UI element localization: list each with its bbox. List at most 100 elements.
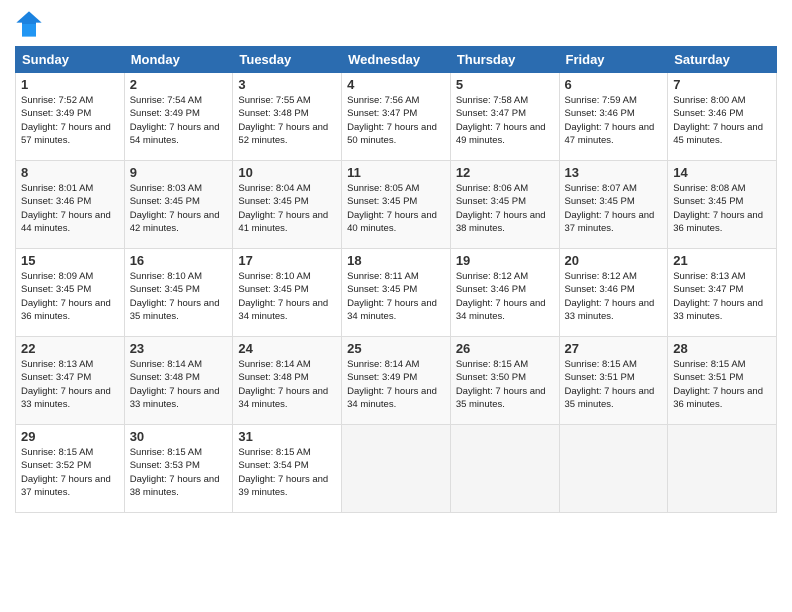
day-number: 9: [130, 165, 228, 180]
day-number: 8: [21, 165, 119, 180]
calendar-cell: 2 Sunrise: 7:54 AM Sunset: 3:49 PM Dayli…: [124, 73, 233, 161]
calendar-cell: 19 Sunrise: 8:12 AM Sunset: 3:46 PM Dayl…: [450, 249, 559, 337]
calendar-week-2: 8 Sunrise: 8:01 AM Sunset: 3:46 PM Dayli…: [16, 161, 777, 249]
calendar-cell: 30 Sunrise: 8:15 AM Sunset: 3:53 PM Dayl…: [124, 425, 233, 513]
weekday-header-sunday: Sunday: [16, 47, 125, 73]
calendar-cell: 6 Sunrise: 7:59 AM Sunset: 3:46 PM Dayli…: [559, 73, 668, 161]
calendar-cell: 23 Sunrise: 8:14 AM Sunset: 3:48 PM Dayl…: [124, 337, 233, 425]
day-info: Sunrise: 8:08 AM Sunset: 3:45 PM Dayligh…: [673, 182, 771, 235]
calendar-cell: 31 Sunrise: 8:15 AM Sunset: 3:54 PM Dayl…: [233, 425, 342, 513]
day-number: 13: [565, 165, 663, 180]
day-number: 28: [673, 341, 771, 356]
weekday-header-monday: Monday: [124, 47, 233, 73]
calendar-cell: 12 Sunrise: 8:06 AM Sunset: 3:45 PM Dayl…: [450, 161, 559, 249]
calendar-cell: 1 Sunrise: 7:52 AM Sunset: 3:49 PM Dayli…: [16, 73, 125, 161]
day-number: 3: [238, 77, 336, 92]
calendar-cell: 15 Sunrise: 8:09 AM Sunset: 3:45 PM Dayl…: [16, 249, 125, 337]
day-number: 29: [21, 429, 119, 444]
day-info: Sunrise: 8:05 AM Sunset: 3:45 PM Dayligh…: [347, 182, 445, 235]
day-info: Sunrise: 8:14 AM Sunset: 3:48 PM Dayligh…: [130, 358, 228, 411]
day-number: 10: [238, 165, 336, 180]
logo-icon: [15, 10, 43, 38]
calendar-cell: 29 Sunrise: 8:15 AM Sunset: 3:52 PM Dayl…: [16, 425, 125, 513]
day-number: 27: [565, 341, 663, 356]
calendar-week-4: 22 Sunrise: 8:13 AM Sunset: 3:47 PM Dayl…: [16, 337, 777, 425]
day-info: Sunrise: 7:58 AM Sunset: 3:47 PM Dayligh…: [456, 94, 554, 147]
day-info: Sunrise: 8:15 AM Sunset: 3:51 PM Dayligh…: [565, 358, 663, 411]
day-number: 25: [347, 341, 445, 356]
day-info: Sunrise: 8:00 AM Sunset: 3:46 PM Dayligh…: [673, 94, 771, 147]
calendar-cell: 18 Sunrise: 8:11 AM Sunset: 3:45 PM Dayl…: [342, 249, 451, 337]
day-info: Sunrise: 8:04 AM Sunset: 3:45 PM Dayligh…: [238, 182, 336, 235]
calendar-cell: 22 Sunrise: 8:13 AM Sunset: 3:47 PM Dayl…: [16, 337, 125, 425]
calendar-cell: 13 Sunrise: 8:07 AM Sunset: 3:45 PM Dayl…: [559, 161, 668, 249]
day-info: Sunrise: 8:13 AM Sunset: 3:47 PM Dayligh…: [21, 358, 119, 411]
day-info: Sunrise: 8:12 AM Sunset: 3:46 PM Dayligh…: [456, 270, 554, 323]
calendar-cell: 11 Sunrise: 8:05 AM Sunset: 3:45 PM Dayl…: [342, 161, 451, 249]
day-info: Sunrise: 8:03 AM Sunset: 3:45 PM Dayligh…: [130, 182, 228, 235]
day-number: 23: [130, 341, 228, 356]
day-info: Sunrise: 7:56 AM Sunset: 3:47 PM Dayligh…: [347, 94, 445, 147]
day-number: 20: [565, 253, 663, 268]
calendar-cell: 17 Sunrise: 8:10 AM Sunset: 3:45 PM Dayl…: [233, 249, 342, 337]
day-number: 24: [238, 341, 336, 356]
calendar-cell: 27 Sunrise: 8:15 AM Sunset: 3:51 PM Dayl…: [559, 337, 668, 425]
day-info: Sunrise: 8:01 AM Sunset: 3:46 PM Dayligh…: [21, 182, 119, 235]
day-info: Sunrise: 8:15 AM Sunset: 3:54 PM Dayligh…: [238, 446, 336, 499]
day-number: 14: [673, 165, 771, 180]
day-info: Sunrise: 8:14 AM Sunset: 3:49 PM Dayligh…: [347, 358, 445, 411]
weekday-header-wednesday: Wednesday: [342, 47, 451, 73]
day-number: 16: [130, 253, 228, 268]
calendar-cell: 24 Sunrise: 8:14 AM Sunset: 3:48 PM Dayl…: [233, 337, 342, 425]
calendar-week-1: 1 Sunrise: 7:52 AM Sunset: 3:49 PM Dayli…: [16, 73, 777, 161]
day-info: Sunrise: 8:15 AM Sunset: 3:51 PM Dayligh…: [673, 358, 771, 411]
day-info: Sunrise: 8:10 AM Sunset: 3:45 PM Dayligh…: [238, 270, 336, 323]
day-number: 11: [347, 165, 445, 180]
day-info: Sunrise: 7:59 AM Sunset: 3:46 PM Dayligh…: [565, 94, 663, 147]
calendar-week-5: 29 Sunrise: 8:15 AM Sunset: 3:52 PM Dayl…: [16, 425, 777, 513]
calendar-cell: 7 Sunrise: 8:00 AM Sunset: 3:46 PM Dayli…: [668, 73, 777, 161]
day-number: 1: [21, 77, 119, 92]
day-number: 30: [130, 429, 228, 444]
calendar-cell: 16 Sunrise: 8:10 AM Sunset: 3:45 PM Dayl…: [124, 249, 233, 337]
weekday-header-tuesday: Tuesday: [233, 47, 342, 73]
weekday-header-thursday: Thursday: [450, 47, 559, 73]
day-info: Sunrise: 7:52 AM Sunset: 3:49 PM Dayligh…: [21, 94, 119, 147]
day-number: 2: [130, 77, 228, 92]
logo: [15, 10, 47, 38]
calendar-cell: 26 Sunrise: 8:15 AM Sunset: 3:50 PM Dayl…: [450, 337, 559, 425]
calendar-cell: 9 Sunrise: 8:03 AM Sunset: 3:45 PM Dayli…: [124, 161, 233, 249]
calendar-cell: 8 Sunrise: 8:01 AM Sunset: 3:46 PM Dayli…: [16, 161, 125, 249]
day-info: Sunrise: 8:13 AM Sunset: 3:47 PM Dayligh…: [673, 270, 771, 323]
day-number: 26: [456, 341, 554, 356]
calendar-cell: 25 Sunrise: 8:14 AM Sunset: 3:49 PM Dayl…: [342, 337, 451, 425]
header: [15, 10, 777, 38]
day-number: 18: [347, 253, 445, 268]
day-info: Sunrise: 8:06 AM Sunset: 3:45 PM Dayligh…: [456, 182, 554, 235]
calendar-cell: 3 Sunrise: 7:55 AM Sunset: 3:48 PM Dayli…: [233, 73, 342, 161]
calendar-cell: [342, 425, 451, 513]
calendar-cell: 10 Sunrise: 8:04 AM Sunset: 3:45 PM Dayl…: [233, 161, 342, 249]
calendar-cell: [668, 425, 777, 513]
day-info: Sunrise: 7:54 AM Sunset: 3:49 PM Dayligh…: [130, 94, 228, 147]
day-info: Sunrise: 8:09 AM Sunset: 3:45 PM Dayligh…: [21, 270, 119, 323]
day-number: 15: [21, 253, 119, 268]
day-info: Sunrise: 8:07 AM Sunset: 3:45 PM Dayligh…: [565, 182, 663, 235]
calendar-cell: [559, 425, 668, 513]
day-number: 12: [456, 165, 554, 180]
day-number: 17: [238, 253, 336, 268]
calendar-week-3: 15 Sunrise: 8:09 AM Sunset: 3:45 PM Dayl…: [16, 249, 777, 337]
day-number: 4: [347, 77, 445, 92]
day-number: 6: [565, 77, 663, 92]
day-number: 7: [673, 77, 771, 92]
day-info: Sunrise: 8:11 AM Sunset: 3:45 PM Dayligh…: [347, 270, 445, 323]
weekday-header-saturday: Saturday: [668, 47, 777, 73]
calendar-cell: 28 Sunrise: 8:15 AM Sunset: 3:51 PM Dayl…: [668, 337, 777, 425]
day-number: 5: [456, 77, 554, 92]
day-number: 22: [21, 341, 119, 356]
day-info: Sunrise: 8:15 AM Sunset: 3:53 PM Dayligh…: [130, 446, 228, 499]
calendar-cell: 21 Sunrise: 8:13 AM Sunset: 3:47 PM Dayl…: [668, 249, 777, 337]
weekday-header-friday: Friday: [559, 47, 668, 73]
calendar-cell: [450, 425, 559, 513]
day-number: 19: [456, 253, 554, 268]
